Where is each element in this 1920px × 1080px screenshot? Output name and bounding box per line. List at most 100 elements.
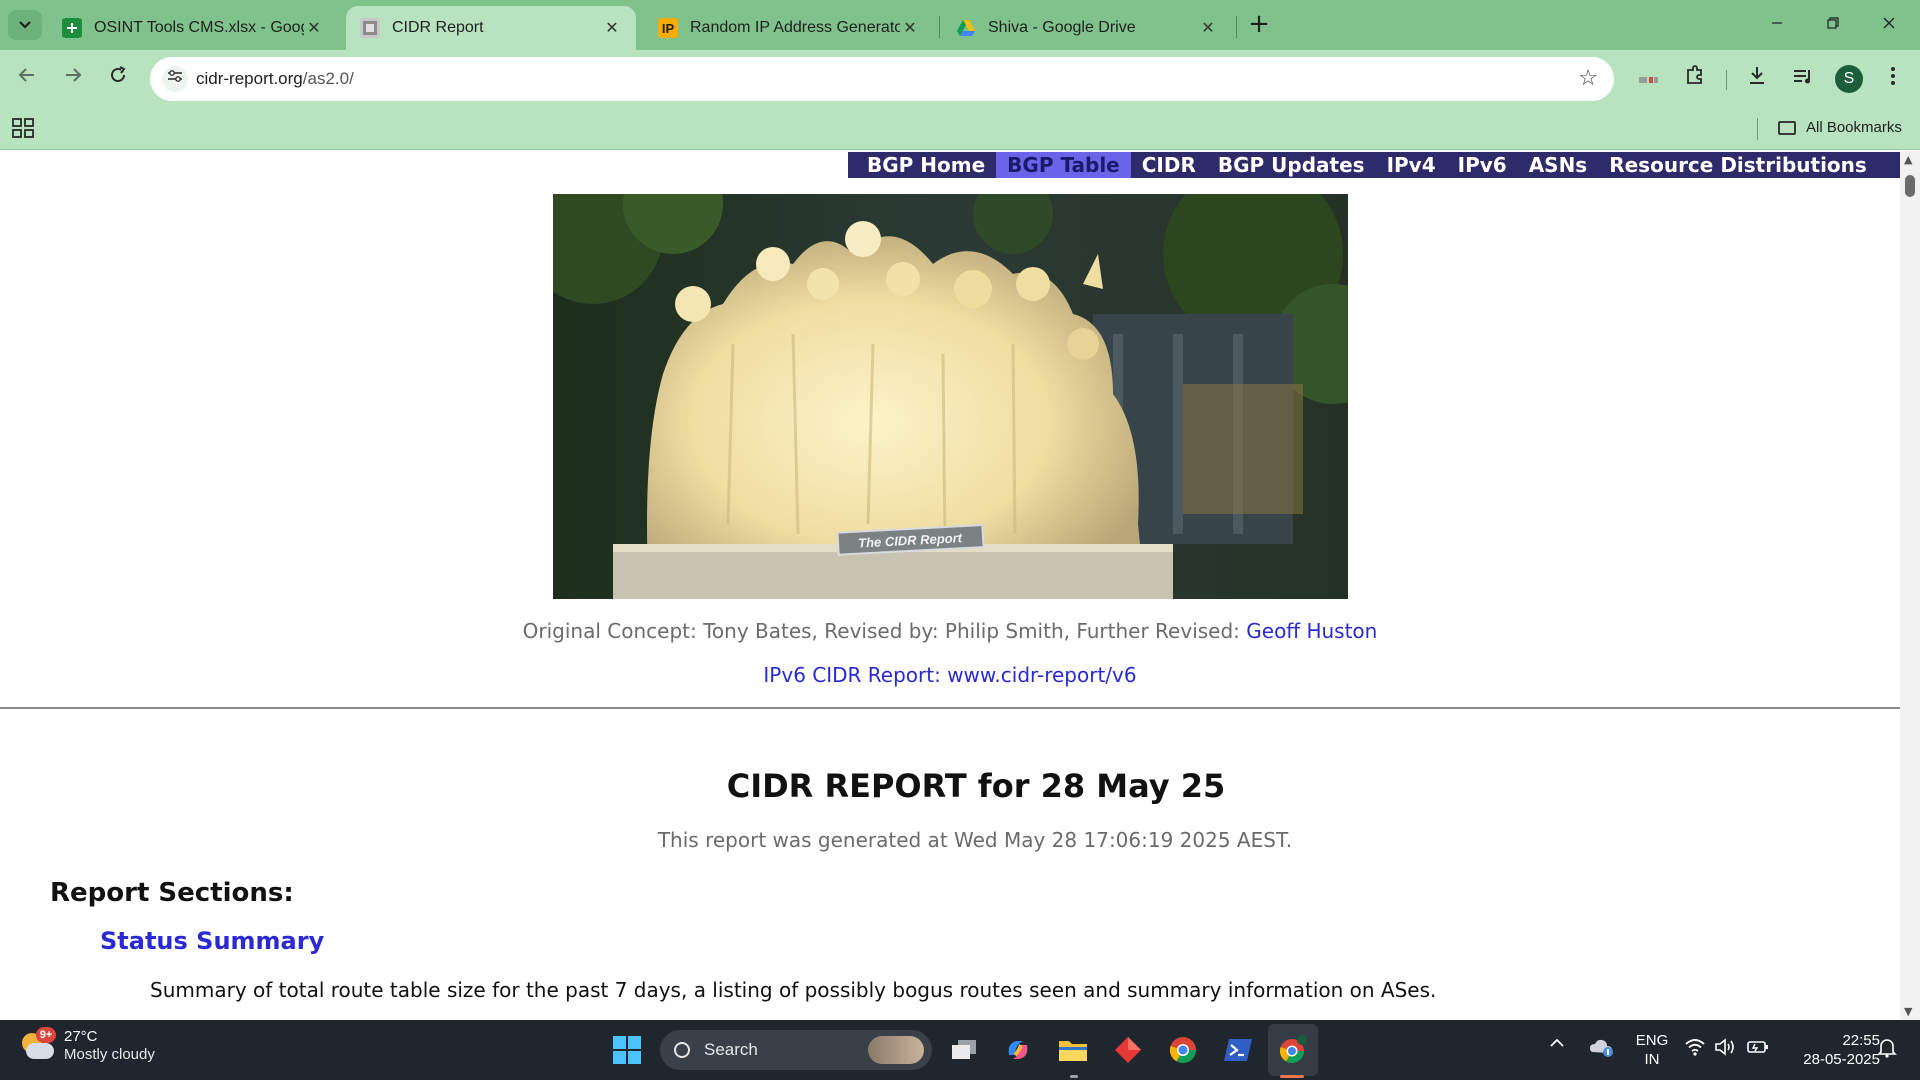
tab-title: Shiva - Google Drive bbox=[988, 19, 1136, 36]
nav-ipv4[interactable]: IPv4 bbox=[1376, 152, 1447, 178]
close-tab-icon[interactable]: ✕ bbox=[1198, 18, 1218, 38]
url-host: cidr-report.org bbox=[196, 69, 303, 88]
toolbar-separator bbox=[1726, 70, 1727, 90]
clock[interactable]: 22:55 28-05-2025 bbox=[1784, 1031, 1880, 1080]
cast-icon[interactable] bbox=[1634, 64, 1664, 94]
ipv6-cidr-report-link[interactable]: IPv6 CIDR Report: www.cidr-report/v6 bbox=[0, 663, 1900, 687]
browser-tab-bar: OSINT Tools CMS.xlsx - Google ✕ CIDR Rep… bbox=[0, 0, 1920, 50]
show-hidden-icons[interactable] bbox=[1548, 1036, 1566, 1080]
page-scrollbar[interactable]: ▲ ▼ bbox=[1900, 151, 1920, 1020]
close-icon bbox=[1883, 17, 1895, 29]
weather-cloud-icon: 9+ bbox=[20, 1027, 56, 1061]
extensions-icon[interactable] bbox=[1680, 64, 1710, 94]
scroll-thumb[interactable] bbox=[1905, 175, 1915, 197]
tab-title: CIDR Report bbox=[392, 19, 484, 36]
tab-search-button[interactable] bbox=[8, 10, 42, 40]
bookmarks-separator bbox=[1757, 118, 1758, 140]
chevron-down-icon bbox=[19, 21, 31, 29]
powershell-icon[interactable] bbox=[1220, 1032, 1256, 1068]
close-tab-icon[interactable]: ✕ bbox=[900, 18, 920, 38]
close-tab-icon[interactable]: ✕ bbox=[304, 18, 324, 38]
page-icon bbox=[360, 18, 380, 38]
nav-bgp-updates[interactable]: BGP Updates bbox=[1207, 152, 1376, 178]
report-title: CIDR REPORT for 28 May 25 bbox=[726, 767, 1226, 805]
search-label: Search bbox=[704, 1040, 758, 1059]
nav-bgp-home[interactable]: BGP Home bbox=[856, 152, 996, 178]
forward-button[interactable] bbox=[58, 64, 88, 94]
weather-widget[interactable]: 9+ 27°C Mostly cloudy bbox=[20, 1027, 155, 1064]
geoff-huston-link[interactable]: Geoff Huston bbox=[1246, 619, 1377, 643]
windows-taskbar: 9+ 27°C Mostly cloudy Search ENG IN 22:5… bbox=[0, 1020, 1920, 1080]
chrome-icon[interactable] bbox=[1165, 1032, 1201, 1068]
tab-separator bbox=[939, 16, 940, 38]
close-window-button[interactable] bbox=[1866, 8, 1912, 42]
status-summary-link[interactable]: Status Summary bbox=[100, 927, 324, 955]
search-icon bbox=[674, 1042, 690, 1058]
credits-text: Original Concept: Tony Bates, Revised by… bbox=[522, 619, 1247, 643]
new-tab-button[interactable]: + bbox=[1244, 10, 1274, 40]
apps-grid-icon[interactable] bbox=[12, 118, 34, 143]
start-button[interactable] bbox=[609, 1032, 645, 1068]
nav-ipv6[interactable]: IPv6 bbox=[1447, 152, 1518, 178]
tab-title: Random IP Address Generator, bbox=[690, 19, 900, 36]
notifications-icon[interactable] bbox=[1876, 1037, 1898, 1080]
restore-button[interactable] bbox=[1810, 8, 1856, 42]
nav-asns[interactable]: ASNs bbox=[1518, 152, 1599, 178]
url-text[interactable]: cidr-report.org/as2.0/ bbox=[196, 69, 354, 89]
site-info-icon[interactable] bbox=[162, 66, 188, 92]
browser-toolbar: cidr-report.org/as2.0/ ☆ S bbox=[0, 50, 1920, 108]
clock-time: 22:55 bbox=[1842, 1032, 1880, 1049]
volume-icon[interactable] bbox=[1714, 1038, 1736, 1080]
reload-button[interactable] bbox=[103, 64, 133, 94]
browser-menu-icon[interactable] bbox=[1878, 64, 1908, 94]
tab-google-drive[interactable]: Shiva - Google Drive ✕ bbox=[942, 6, 1232, 50]
nav-bgp-table[interactable]: BGP Table bbox=[996, 152, 1131, 178]
all-bookmarks-label: All Bookmarks bbox=[1806, 119, 1902, 136]
restore-icon bbox=[1827, 17, 1839, 29]
nav-resource-distributions[interactable]: Resource Distributions bbox=[1598, 152, 1878, 178]
tab-osint-tools[interactable]: OSINT Tools CMS.xlsx - Google ✕ bbox=[48, 6, 338, 50]
downloads-icon[interactable] bbox=[1742, 64, 1772, 94]
sheets-icon bbox=[62, 18, 82, 38]
battery-icon[interactable] bbox=[1746, 1038, 1770, 1080]
copilot-icon[interactable] bbox=[1000, 1032, 1036, 1068]
forward-arrow-icon bbox=[66, 68, 82, 82]
drive-icon bbox=[956, 18, 976, 38]
chevron-up-icon bbox=[1550, 1038, 1564, 1047]
cidr-statue-photo: The CIDR Report bbox=[553, 194, 1348, 599]
region-code: IN bbox=[1644, 1051, 1660, 1068]
back-button[interactable] bbox=[12, 64, 42, 94]
tab-separator bbox=[1236, 16, 1237, 38]
red-diamond-app-icon[interactable] bbox=[1110, 1032, 1146, 1068]
file-explorer-icon[interactable] bbox=[1055, 1032, 1091, 1068]
horizontal-rule bbox=[0, 707, 1900, 709]
profile-avatar[interactable]: S bbox=[1835, 65, 1863, 93]
chrome-profile-icon[interactable] bbox=[1275, 1032, 1311, 1068]
clock-date: 28-05-2025 bbox=[1803, 1051, 1880, 1068]
page-viewport: BGP Home BGP Table CIDR BGP Updates IPv4… bbox=[0, 151, 1900, 1020]
bookmark-star-icon[interactable]: ☆ bbox=[1578, 66, 1598, 91]
close-tab-icon[interactable]: ✕ bbox=[602, 18, 622, 38]
search-highlight-image bbox=[868, 1036, 924, 1064]
tab-title: OSINT Tools CMS.xlsx - Google bbox=[94, 19, 304, 36]
tab-cidr-report[interactable]: CIDR Report ✕ bbox=[346, 6, 636, 50]
tab-random-ip[interactable]: IP Random IP Address Generator, ✕ bbox=[644, 6, 934, 50]
running-indicator bbox=[1070, 1075, 1078, 1078]
media-control-icon[interactable] bbox=[1788, 64, 1818, 94]
taskbar-search[interactable]: Search bbox=[660, 1030, 932, 1070]
active-app-indicator bbox=[1280, 1075, 1304, 1078]
language-code: ENG bbox=[1635, 1032, 1669, 1049]
nav-cidr[interactable]: CIDR bbox=[1131, 152, 1207, 178]
minimize-button[interactable] bbox=[1754, 8, 1800, 42]
ip-icon: IP bbox=[658, 18, 678, 38]
wifi-icon[interactable] bbox=[1684, 1038, 1706, 1080]
task-view-icon[interactable] bbox=[946, 1032, 982, 1068]
scroll-down-icon[interactable]: ▼ bbox=[1904, 1005, 1912, 1018]
address-bar[interactable]: cidr-report.org/as2.0/ ☆ bbox=[150, 57, 1614, 101]
all-bookmarks-button[interactable]: All Bookmarks bbox=[1778, 119, 1902, 136]
reload-icon bbox=[111, 66, 126, 82]
scroll-up-icon[interactable]: ▲ bbox=[1904, 153, 1912, 166]
language-indicator[interactable]: ENG IN bbox=[1632, 1031, 1672, 1080]
windows-logo-icon bbox=[613, 1036, 641, 1064]
onedrive-icon[interactable] bbox=[1588, 1036, 1614, 1080]
